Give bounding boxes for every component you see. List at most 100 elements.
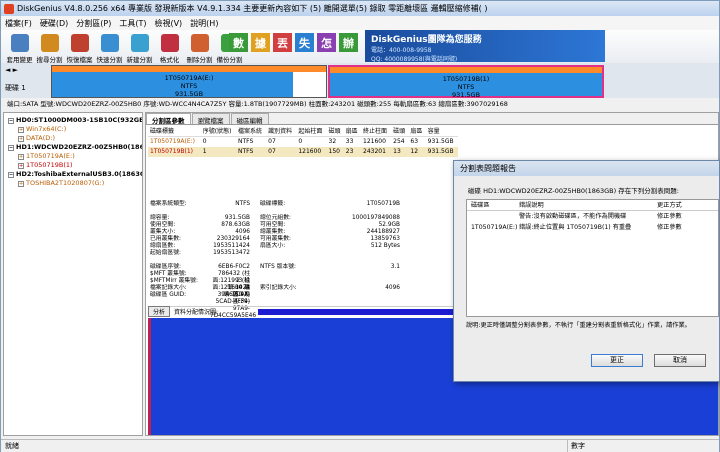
app-icon (4, 3, 14, 14)
detail-field: 總容量: (150, 215, 170, 221)
column-header[interactable]: 磁碟標籤 (148, 125, 201, 137)
problem-cell: 修正參數 (657, 224, 682, 231)
table-cell: 121600 (296, 146, 327, 157)
detail-field: NTFS 版本號: (260, 264, 296, 270)
problem-row[interactable]: 警告:沒有啟動磁碟區，不能作為開機碟 修正參數 (467, 211, 718, 222)
tab-strip: 分割區參數 瀏覽檔案 磁區編輯 (146, 113, 718, 125)
tree-expander-icon[interactable]: + (18, 163, 24, 169)
delete-partition-icon (190, 33, 209, 52)
table-cell: 1T050719A(E:) (150, 138, 195, 146)
disk-nav-arrows[interactable]: ◄ ► (5, 66, 18, 74)
table-cell: 23 (343, 146, 361, 157)
tree-node-label: TOSHIBA2T1020807(G:) (26, 179, 105, 187)
search-icon (40, 33, 59, 52)
toolbar-button[interactable]: 刪除分割 (185, 33, 214, 64)
detail-field (260, 271, 330, 278)
table-cell: 33 (345, 138, 354, 146)
tree-partition-node[interactable]: + Win7x64(C:) (4, 125, 142, 134)
menu-item[interactable]: 工具(T) (119, 18, 146, 29)
column-header[interactable]: 容量 (425, 125, 458, 137)
detail-field: 878.63GB (221, 222, 250, 228)
tree-partition-node[interactable]: +1T050719B(1) (4, 161, 142, 170)
detail-row: 檔案記錄大小: 1024 索引記錄大小: 4096 (150, 285, 450, 292)
column-header[interactable]: 檔案系統 (235, 125, 267, 137)
banner-brand[interactable]: DiskGenius團隊為您服務 電話：400-008-9958 QQ: 400… (365, 30, 605, 63)
tree-disk-node[interactable]: − HD2:ToshibaExternalUSB3.0(1863GB) (4, 170, 142, 179)
column-header[interactable]: 序號(狀態) (200, 125, 236, 137)
column-header[interactable]: 終止柱面 (361, 125, 392, 137)
menu-bar: 檔案(F) 硬碟(D) 分割區(P) 工具(T) 檢視(V) 說明(H) (1, 16, 719, 30)
detail-field: 叢集大小: (150, 229, 176, 235)
tree-partition-node[interactable]: + TOSHIBA2T1020807(G:) (4, 179, 142, 188)
cancel-button[interactable]: 取消 (654, 354, 706, 367)
table-cell: 1 (200, 146, 236, 157)
tab-1[interactable]: 瀏覽檔案 (191, 113, 230, 125)
detail-field: 931.5GB (224, 215, 250, 221)
column-header[interactable]: 起始柱面 (296, 125, 327, 137)
toolbar-button[interactable]: 套用變更 (5, 33, 34, 64)
menu-item[interactable]: 說明(H) (190, 18, 218, 29)
analyze-button[interactable]: 分析 (148, 306, 171, 317)
detail-row: 總扇區數: 1953511424 扇區大小: 512 Bytes (150, 243, 450, 250)
menu-item[interactable]: 檢視(V) (154, 18, 182, 29)
tree-partition-node[interactable]: +1T050719A(E:) (4, 152, 142, 161)
detail-field: 可用叢集數: (260, 236, 291, 242)
table-cell: 254 (393, 138, 405, 146)
detail-field (330, 271, 400, 278)
detail-field: 4096 (235, 229, 250, 235)
detail-row: 起始扇區號: 1953513472 (150, 250, 450, 257)
detail-field: 起始扇區號: (150, 250, 181, 256)
tree-expander-icon[interactable]: − (8, 145, 14, 151)
ad-banner[interactable]: 數據丟失怎辦 DiskGenius團隊為您服務 電話：400-008-9958 … (229, 30, 605, 63)
table-row[interactable]: 1T050719A(E:) 0 NTFS 07 0 32 33 121600 254 63 931.… (148, 137, 458, 147)
toolbar-button-label: 格式化 (159, 55, 180, 64)
tree-node-label: HD0:ST1000DM003-1SB10C(932GB) (16, 116, 142, 124)
detail-row: 已用叢集數: 230329164 可用叢集數: 13859763 (150, 236, 450, 243)
banner-tile: 失 (295, 33, 314, 52)
detail-row: 檔案系統類型: NTFS 磁碟標籤: 1T050719B (150, 201, 450, 208)
column-header[interactable]: 磁頭 (391, 125, 409, 137)
table-row[interactable]: 1T050719B(1) 1 NTFS 07 121600 150 23 243201 13 12… (148, 146, 458, 157)
tree-node-label: HD2:ToshibaExternalUSB3.0(1863GB) (16, 170, 142, 178)
menu-item[interactable]: 檔案(F) (5, 18, 32, 29)
detail-field: 1000197849088 (352, 215, 400, 221)
toolbar-button-label: 快速分割 (96, 55, 123, 64)
disk-map: ◄ ► 硬碟 1 1T050719A(E:) NTFS 931.5GB 1T05… (1, 63, 719, 99)
tree-expander-icon[interactable]: + (18, 154, 24, 160)
toolbar-button[interactable]: 新建分割 (125, 33, 154, 64)
toolbar-button[interactable]: 恢復檔案 (65, 33, 94, 64)
column-header: 磁碟區 (471, 202, 490, 209)
partition-used-bar (52, 66, 326, 72)
table-cell: 12 (408, 146, 426, 157)
table-cell: NTFS (235, 146, 267, 157)
tree-expander-icon[interactable]: − (8, 172, 14, 178)
tree-expander-icon[interactable]: + (18, 127, 24, 133)
detail-field: 786432 (柱面:121993 磁頭:34 扇區:47) (212, 271, 250, 298)
menu-item[interactable]: 硬碟(D) (40, 18, 68, 29)
toolbar-button[interactable]: 搜尋分割 (35, 33, 64, 64)
disk-map-partition-b[interactable]: 1T050719B(1) NTFS 931.5GB (328, 65, 604, 99)
disk-map-partition-e[interactable]: 1T050719A(E:) NTFS 931.5GB (51, 65, 327, 98)
tree-expander-icon[interactable]: + (18, 181, 24, 187)
detail-field: 2 (柱面:121600 磁頭:150 扇區:39) (212, 278, 250, 305)
tab-2[interactable]: 磁區編輯 (230, 113, 269, 125)
table-cell: 0 (202, 138, 207, 146)
detail-field: 可用空間: (260, 222, 286, 228)
tree-partition-node[interactable]: + DATA(D:) (4, 134, 142, 143)
tab-0[interactable]: 分割區參數 (146, 113, 191, 125)
column-header[interactable]: 扇區 (343, 125, 361, 137)
menu-item[interactable]: 分割區(P) (76, 18, 111, 29)
tree-expander-icon[interactable]: − (8, 118, 14, 124)
tree-disk-node[interactable]: −HD1:WDCWD20EZRZ-00Z5HB0(1863GB) (4, 143, 142, 152)
partition-table: 磁碟標籤 序號(狀態) 檔案系統 識別資料 起始柱面 磁頭 扇區 終止柱面 磁頭 扇區 容量 1T0… (148, 125, 458, 157)
tree-disk-node[interactable]: − HD0:ST1000DM003-1SB10C(932GB) (4, 116, 142, 125)
tree-expander-icon[interactable]: + (18, 136, 24, 142)
column-header[interactable]: 扇區 (408, 125, 426, 137)
table-cell: NTFS (237, 138, 254, 146)
toolbar-button[interactable]: 格式化 (155, 33, 184, 64)
toolbar-button[interactable]: 快速分割 (95, 33, 124, 64)
fix-button[interactable]: 更正 (591, 354, 643, 367)
problem-row[interactable]: 1T050719A(E:) 錯誤:終止位置與 1T050719B(1) 有重疊 修正… (467, 222, 718, 233)
column-header[interactable]: 識別資料 (266, 125, 297, 137)
column-header[interactable]: 磁頭 (326, 125, 344, 137)
